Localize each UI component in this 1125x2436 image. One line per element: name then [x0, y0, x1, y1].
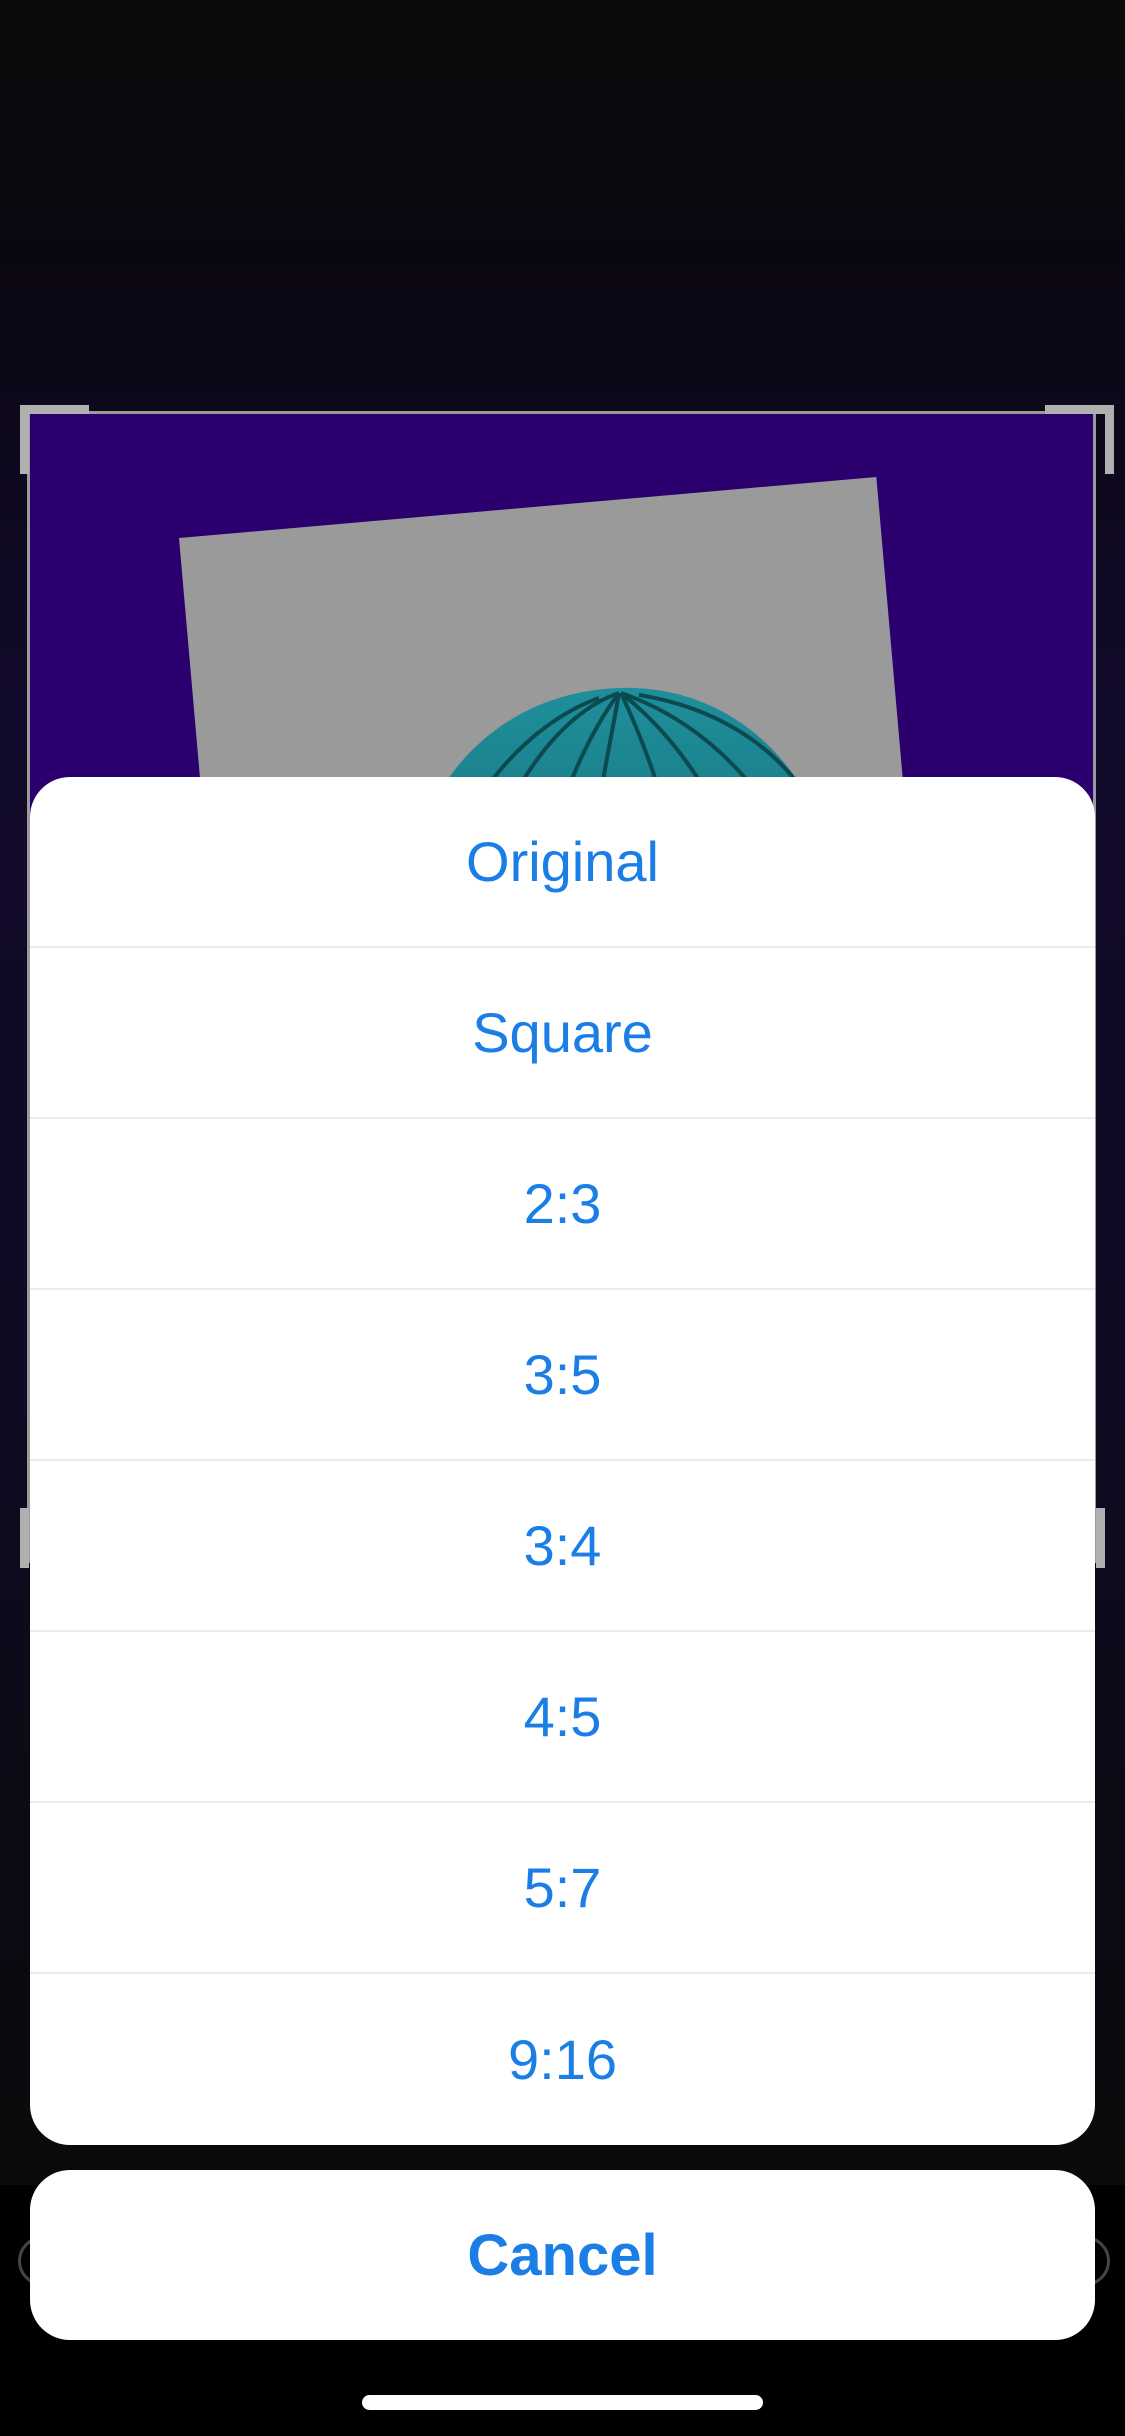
crop-handle-left[interactable]: [20, 1508, 29, 1568]
home-indicator[interactable]: [362, 2395, 763, 2410]
crop-handle-top-left[interactable]: [20, 405, 89, 474]
option-3-5[interactable]: 3:5: [30, 1290, 1095, 1461]
crop-handle-right[interactable]: [1096, 1508, 1105, 1568]
option-original[interactable]: Original: [30, 777, 1095, 948]
screen: Original Square 2:3 3:5 3:4 4:5 5:7 9:16…: [0, 0, 1125, 2436]
option-9-16[interactable]: 9:16: [30, 1974, 1095, 2145]
option-5-7[interactable]: 5:7: [30, 1803, 1095, 1974]
option-4-5[interactable]: 4:5: [30, 1632, 1095, 1803]
crop-handle-top-right[interactable]: [1045, 405, 1114, 474]
cancel-button[interactable]: Cancel: [30, 2170, 1095, 2340]
option-square[interactable]: Square: [30, 948, 1095, 1119]
aspect-ratio-action-sheet: Original Square 2:3 3:5 3:4 4:5 5:7 9:16: [30, 777, 1095, 2145]
option-2-3[interactable]: 2:3: [30, 1119, 1095, 1290]
option-3-4[interactable]: 3:4: [30, 1461, 1095, 1632]
